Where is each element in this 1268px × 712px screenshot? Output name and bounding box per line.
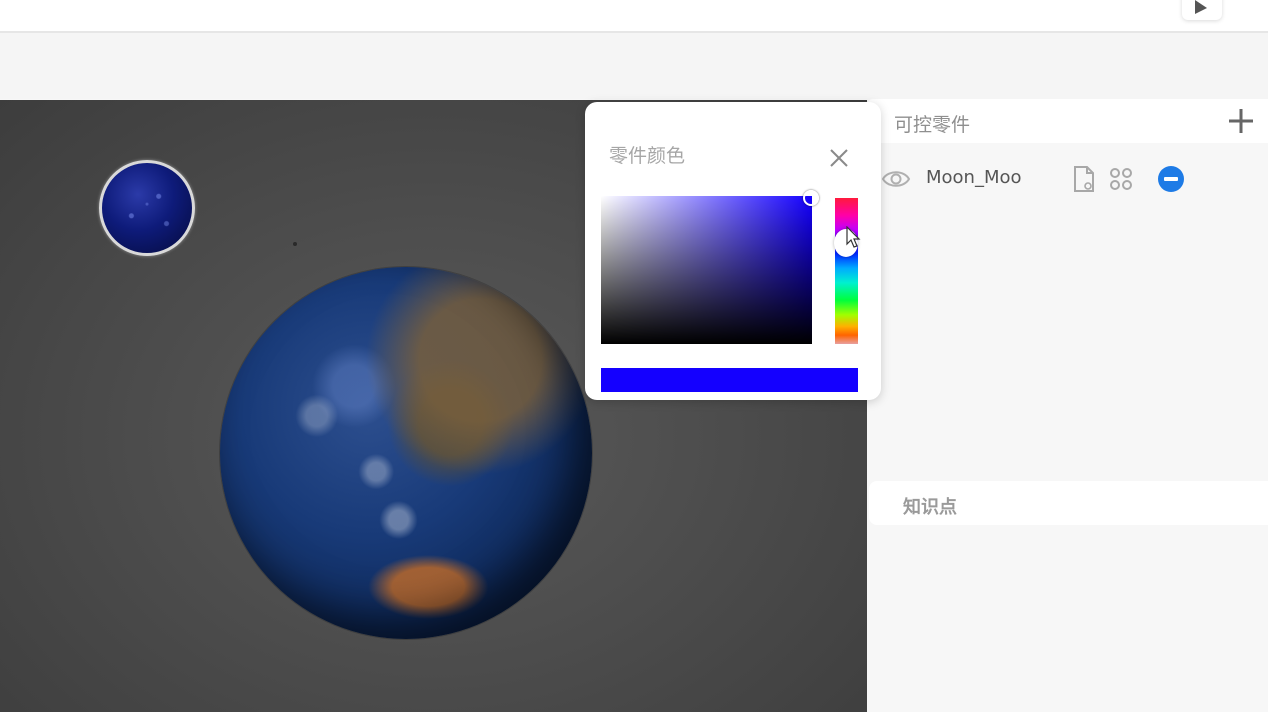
close-icon xyxy=(830,149,848,167)
hue-slider[interactable] xyxy=(835,198,858,344)
play-icon xyxy=(1195,0,1207,14)
color-preview-swatch xyxy=(601,368,858,392)
part-name: Moon_Moo xyxy=(926,167,1022,188)
earth-model[interactable] xyxy=(220,267,592,639)
right-panel: 可控零件 Moon_Moo 知识点 xyxy=(867,99,1268,712)
saturation-value-handle[interactable] xyxy=(803,190,819,206)
play-button[interactable] xyxy=(1182,0,1222,20)
eye-icon[interactable] xyxy=(881,167,911,191)
parts-title: 可控零件 xyxy=(894,114,971,136)
close-button[interactable] xyxy=(825,144,853,172)
color-picker-title: 零件颜色 xyxy=(609,145,686,167)
toolbar-strip xyxy=(0,33,1268,99)
add-part-button[interactable] xyxy=(1225,105,1257,137)
moon-model[interactable] xyxy=(99,160,195,256)
mouse-cursor-icon xyxy=(846,226,861,248)
saturation-value-area[interactable] xyxy=(601,196,812,344)
plus-icon xyxy=(1229,109,1253,133)
parts-header: 可控零件 xyxy=(867,99,1268,143)
grid-icon[interactable] xyxy=(1109,167,1133,191)
part-row[interactable]: Moon_Moo xyxy=(867,159,1268,199)
document-icon[interactable] xyxy=(1072,165,1096,193)
top-bar xyxy=(0,0,1268,33)
knowledge-title: 知识点 xyxy=(903,497,957,518)
scene-object-dot xyxy=(293,242,297,246)
remove-icon[interactable] xyxy=(1157,165,1185,193)
knowledge-header[interactable]: 知识点 xyxy=(869,481,1268,525)
color-picker-popup: 零件颜色 xyxy=(585,102,881,400)
